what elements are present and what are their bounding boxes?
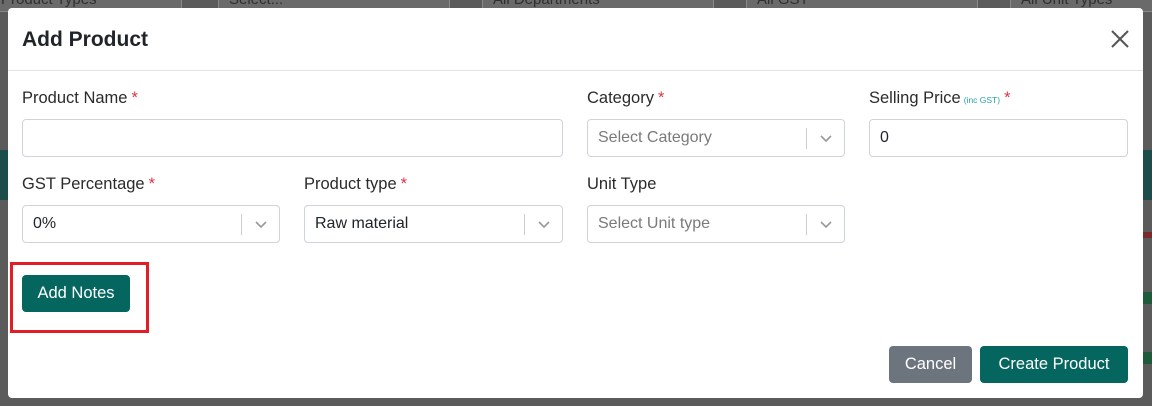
product-type-select[interactable]: Raw material xyxy=(304,205,563,243)
select-separator xyxy=(806,214,807,235)
gst-percentage-value: 0% xyxy=(33,215,57,232)
cancel-button[interactable]: Cancel xyxy=(889,346,972,383)
chevron-down-icon xyxy=(820,135,832,143)
close-icon xyxy=(1111,30,1129,48)
chevron-down-icon xyxy=(820,221,832,229)
category-label: Category * xyxy=(587,89,664,108)
required-mark: * xyxy=(400,175,408,193)
selling-price-input[interactable] xyxy=(869,119,1128,157)
unit-type-label: Unit Type xyxy=(587,175,656,194)
bg-filter-label: All GST xyxy=(757,0,809,8)
bg-filter-label: Product Types xyxy=(1,0,97,8)
close-button[interactable] xyxy=(1109,28,1131,50)
category-select-placeholder: Select Category xyxy=(598,129,712,146)
category-label-text: Category xyxy=(587,89,654,107)
unit-type-select[interactable]: Select Unit type xyxy=(587,205,845,243)
bg-row-badge xyxy=(1143,292,1152,304)
bg-row-badge xyxy=(1143,232,1152,238)
required-mark: * xyxy=(131,89,138,107)
unit-type-label-text: Unit Type xyxy=(587,175,657,193)
gst-percentage-select[interactable]: 0% xyxy=(22,205,280,243)
product-type-label-text: Product type xyxy=(304,175,397,193)
add-product-modal: Add Product Product Name * Category * Sele… xyxy=(8,8,1143,398)
product-name-input[interactable] xyxy=(22,119,563,157)
gst-percentage-label-text: GST Percentage xyxy=(22,175,145,193)
product-name-label: Product Name * xyxy=(22,89,138,108)
product-type-value: Raw material xyxy=(315,215,409,232)
unit-type-placeholder: Select Unit type xyxy=(598,215,711,232)
modal-header: Add Product xyxy=(8,8,1143,71)
required-mark: * xyxy=(1004,89,1011,107)
selling-price-label-text: Selling Price xyxy=(869,89,961,107)
bg-table-header-left xyxy=(0,150,8,200)
highlight-annotation xyxy=(10,262,149,333)
bg-table-header-right xyxy=(1143,150,1152,200)
select-separator xyxy=(241,214,242,235)
selling-price-sublabel: (inc GST) xyxy=(963,95,1001,105)
select-separator xyxy=(806,128,807,149)
chevron-down-icon xyxy=(255,221,267,229)
chevron-down-icon xyxy=(538,221,550,229)
product-name-label-text: Product Name xyxy=(22,89,128,107)
select-separator xyxy=(524,214,525,235)
create-product-button[interactable]: Create Product xyxy=(980,346,1128,383)
bg-filter-label: All Departments xyxy=(493,0,600,8)
modal-title: Add Product xyxy=(22,28,148,51)
required-mark: * xyxy=(148,175,156,193)
gst-percentage-label: GST Percentage * xyxy=(22,175,155,194)
required-mark: * xyxy=(657,89,665,107)
category-select[interactable]: Select Category xyxy=(587,119,845,157)
bg-filter-label: All Unit Types xyxy=(1021,0,1112,8)
bg-row-badge xyxy=(1143,352,1152,364)
product-type-label: Product type * xyxy=(304,175,407,194)
selling-price-label: Selling Price (inc GST) * xyxy=(869,89,1011,108)
bg-filter-label: Select... xyxy=(229,0,283,8)
